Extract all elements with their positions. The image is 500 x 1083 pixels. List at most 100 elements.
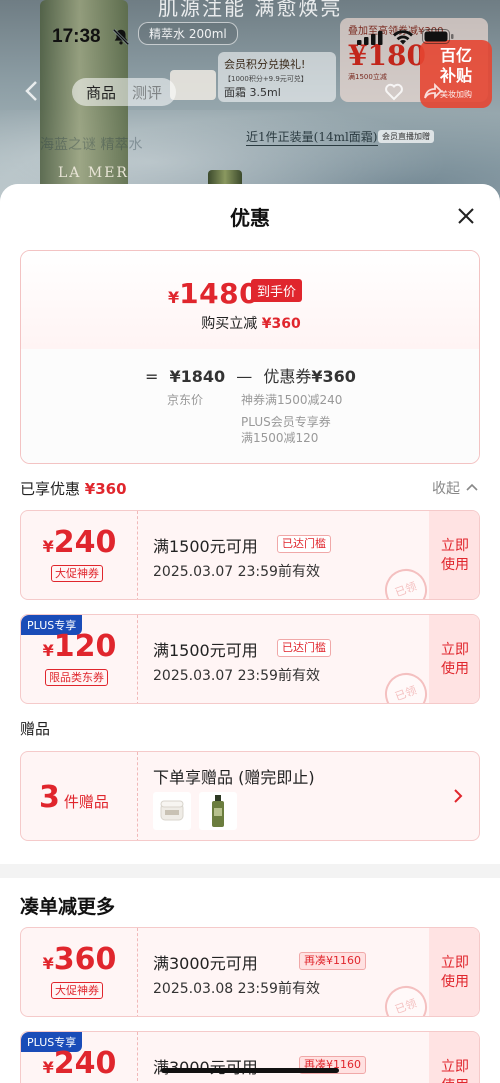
coupon-expiry: 2025.03.08 23:59前有效 [153,981,320,997]
coupon-detail-1: 神券满1500减240 [241,393,343,407]
bottle-icon [212,795,224,827]
status-time: 17:38 [52,26,101,47]
use-now-line-1: 立即 [441,538,469,554]
final-price-value: 1480 [179,277,260,310]
battery-icon [422,29,454,44]
coupon-currency: ¥ [42,537,54,556]
use-now-line-1: 立即 [441,642,469,658]
coupon-currency: ¥ [42,1058,54,1077]
claimed-stamp: 已领 [379,667,433,703]
gift-thumbnail [199,792,237,830]
promo-strip-text: 近1件正装量(14ml面霜) [246,130,378,146]
threshold-badge: 已达门槛 [277,639,331,657]
favorite-icon[interactable] [384,82,404,102]
coupon-value: 240 [53,525,117,560]
product-nav-bar: 商品 测评 [0,72,500,112]
tab-review[interactable]: 测评 [124,82,170,103]
gift-count: 3 件赠品 [39,780,109,815]
coupon-total-label: 优惠券 [263,367,312,386]
coupon-amount: ¥120 [21,629,138,664]
gifts-section-title: 赠品 [20,720,51,738]
tab-product[interactable]: 商品 [78,82,124,103]
coupon-type: 大促神券 [51,565,103,582]
back-arrow-icon[interactable] [24,80,40,102]
coupon-type: 大促神券 [51,982,103,999]
collapse-toggle[interactable]: 收起 [432,478,479,498]
faded-product-text: 海蓝之谜 精萃水 [40,137,143,153]
more-needed-badge: 再凑¥1160 [299,952,366,970]
cream-jar-icon [160,800,184,821]
instant-cut-label: 购买立减 [201,316,262,332]
chevron-up-icon [466,483,479,491]
coupon-detail-3: 满1500减120 [241,431,319,445]
home-indicator[interactable] [161,1068,339,1073]
coupon-currency: ¥ [42,641,54,660]
formula-equals: = [145,367,159,386]
coupon-condition: 满1500元可用 [153,537,258,556]
use-now-button[interactable]: 立即使用 [429,1032,479,1083]
use-now-line-2: 使用 [441,974,469,990]
use-now-line-1: 立即 [441,1059,469,1075]
coupon-value: 360 [53,942,117,977]
coupon-expiry: 2025.03.07 23:59前有效 [153,564,320,580]
bottle-brand-label: LA MER [58,165,129,181]
live-pill: 会员直播加赠 [378,130,434,143]
jd-price-label: 京东价 [167,393,204,407]
use-now-line-2: 使用 [429,1077,479,1083]
claimed-stamp: 已领 [379,980,433,1016]
section-divider [0,864,500,878]
gift-card[interactable]: 3 件赠品 下单享赠品 (赠完即止) [20,751,480,841]
cellular-signal-icon [357,31,383,45]
final-price-currency: ¥ [168,288,180,307]
more-discount-title: 凑单减更多 [20,896,116,918]
gift-count-number: 3 [39,780,60,815]
price-formula-area: = ¥1840 — 优惠券¥360 京东价 神券满1500减240 PLUS会员… [21,349,479,463]
use-now-line-2: 使用 [441,557,469,573]
coupon-value: 240 [53,1046,117,1081]
formula-minus: — [236,367,253,386]
threshold-badge: 已达门槛 [277,535,331,553]
discount-sheet: 优惠 ¥1480 到手价 购买立减 ¥360 = ¥1840 — 优惠券¥360… [0,184,500,1083]
price-breakdown-box: ¥1480 到手价 购买立减 ¥360 = ¥1840 — 优惠券¥360 京东… [20,250,480,464]
enjoyed-label: 已享优惠 [20,480,85,498]
coupon-card: ¥360 大促神券 满3000元可用 再凑¥1160 2025.03.08 23… [20,927,480,1017]
coupon-detail-2: PLUS会员专享券 [241,415,331,429]
enjoyed-discount-header: 已享优惠 ¥360 [20,478,127,499]
instant-cut-text: 购买立减 ¥360 [21,313,479,333]
collapse-label: 收起 [432,481,460,497]
coupon-currency: ¥ [42,954,54,973]
gift-title: 下单享赠品 (赠完即止) [153,768,315,787]
final-price-tag: 到手价 [251,279,303,302]
instant-cut-amount: ¥360 [261,316,301,332]
use-now-button[interactable]: 立即使用 [429,615,479,703]
bell-muted-icon [112,28,130,46]
final-price: ¥1480 [168,277,259,310]
claimed-stamp: 已领 [379,563,433,599]
status-bar: 17:38 [0,0,500,70]
sheet-title: 优惠 [230,206,270,230]
coupon-expiry: 2025.03.07 23:59前有效 [153,668,320,684]
use-now-button[interactable]: 立即使用 [429,511,479,599]
coupon-amount: ¥360 [21,942,138,977]
use-now-line-2: 使用 [441,661,469,677]
coupon-type: 限品类东券 [45,669,108,686]
coupon-value: 120 [53,629,117,664]
wifi-icon [393,30,413,45]
enjoyed-amount: ¥360 [84,480,127,498]
use-now-button[interactable]: 立即使用 [429,928,479,1016]
gift-thumbnail [153,792,191,830]
coupon-condition: 满3000元可用 [153,1054,258,1078]
close-icon[interactable] [456,206,476,226]
chevron-right-icon [454,789,463,803]
coupon-condition: 满3000元可用 [153,954,258,973]
coupon-card: ¥240 大促神券 满1500元可用 已达门槛 2025.03.07 23:59… [20,510,480,600]
coupon-amount: ¥240 [21,1046,138,1081]
nav-tabs: 商品 测评 [72,78,177,106]
price-formula: = ¥1840 — 优惠券¥360 [145,363,362,387]
coupon-card: PLUS专享 ¥240 满3000元可用 再凑¥1160 立即使用 [20,1031,480,1083]
jd-price: ¥1840 [169,367,226,386]
gift-count-unit: 件赠品 [63,793,109,811]
coupon-amount: ¥240 [21,525,138,560]
share-icon[interactable] [422,82,442,102]
use-now-line-1: 立即 [441,955,469,971]
